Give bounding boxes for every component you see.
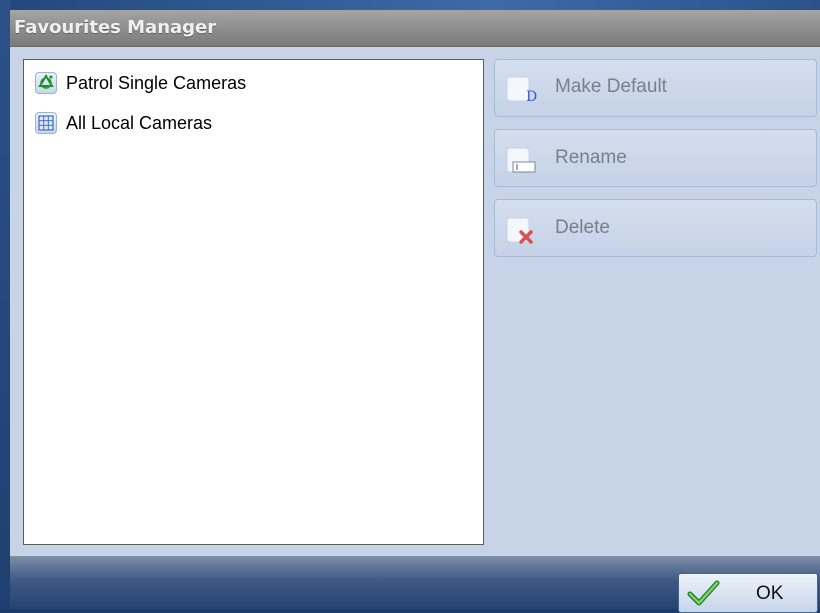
favourites-manager-dialog: Favourites Manager Patrol Single Cameras: [10, 10, 820, 613]
rename-icon: [505, 144, 537, 176]
list-item-patrol-single-cameras[interactable]: Patrol Single Cameras: [35, 69, 246, 97]
desktop-top-strip: [0, 0, 820, 10]
grid-icon: [35, 112, 57, 134]
favourites-list[interactable]: Patrol Single Cameras All Local Cameras: [23, 59, 484, 545]
title-bar[interactable]: Favourites Manager: [10, 10, 820, 47]
rename-button[interactable]: Rename: [494, 129, 817, 187]
list-item-label: All Local Cameras: [66, 112, 213, 133]
svg-text:D: D: [526, 89, 537, 105]
checkmark-icon: [686, 578, 720, 608]
desktop-left-edge: [0, 0, 10, 609]
list-item-all-local-cameras[interactable]: All Local Cameras: [35, 109, 212, 137]
delete-label: Delete: [555, 217, 610, 238]
make-default-button[interactable]: D Make Default: [494, 59, 817, 117]
default-icon: D: [505, 73, 537, 105]
ok-label: OK: [756, 583, 784, 604]
window-title: Favourites Manager: [14, 17, 217, 38]
patrol-icon: [35, 72, 57, 94]
delete-icon: [505, 214, 537, 246]
dialog-footer: OK: [10, 556, 820, 613]
make-default-label: Make Default: [555, 76, 667, 97]
rename-label: Rename: [555, 147, 627, 168]
list-item-label: Patrol Single Cameras: [66, 72, 247, 93]
delete-button[interactable]: Delete: [494, 199, 817, 257]
ok-button[interactable]: OK: [678, 573, 818, 613]
